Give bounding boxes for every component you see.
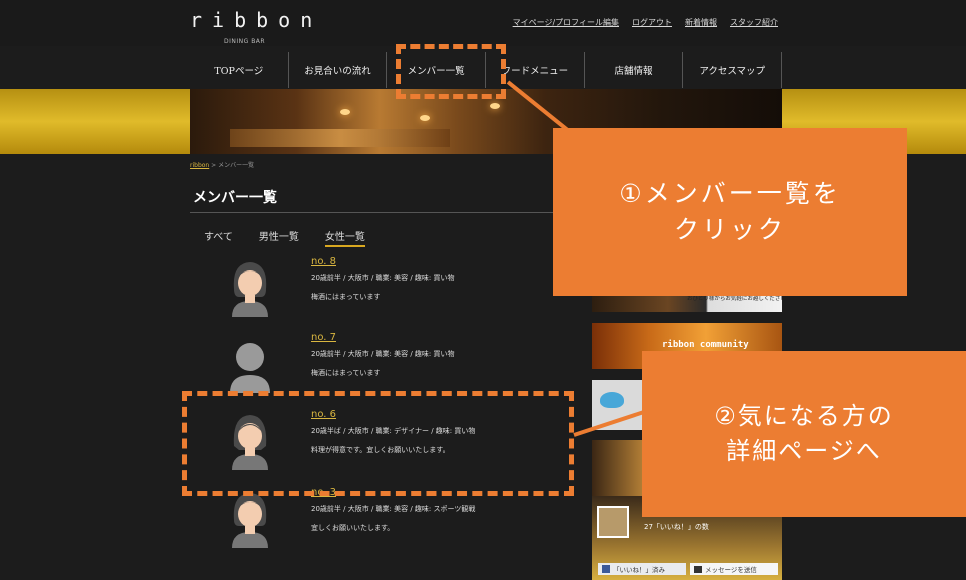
staff-link[interactable]: スタッフ紹介 [730, 17, 778, 28]
facebook-page-thumbnail[interactable] [597, 506, 629, 538]
page: ribbon DINING BAR マイページ/プロフィール編集 ログアウト 新… [0, 0, 966, 580]
callout-1-line-2: クリック [673, 215, 786, 244]
logo-subtitle: DINING BAR [224, 38, 266, 45]
breadcrumb: ribbon > メンバー一覧 [190, 160, 254, 169]
member-info: 20歳前半 / 大阪市 / 職業: 美容 / 趣味: 買い物 [311, 274, 455, 282]
member-number-link[interactable]: no. 7 [311, 332, 336, 343]
nav-shop-info[interactable]: 店舗情報 [585, 52, 684, 88]
title-divider [190, 212, 580, 213]
site-logo[interactable]: ribbon DINING BAR [190, 8, 323, 45]
tab-female[interactable]: 女性一覧 [324, 228, 365, 247]
logout-link[interactable]: ログアウト [632, 17, 672, 28]
female-avatar-icon[interactable] [228, 490, 272, 548]
facebook-like-count: 27「いいね！」の数 [644, 523, 709, 531]
news-link[interactable]: 新着情報 [685, 17, 717, 28]
member-row: no. 8 20歳前半 / 大阪市 / 職業: 美容 / 趣味: 買い物 梅酒に… [190, 256, 580, 317]
highlight-member-row [182, 391, 574, 496]
member-info: 20歳前半 / 大阪市 / 職業: 美容 / 趣味: 買い物 [311, 350, 455, 358]
message-icon [694, 565, 702, 573]
tab-male[interactable]: 男性一覧 [259, 228, 299, 247]
member-number-link[interactable]: no. 8 [311, 256, 336, 267]
breadcrumb-home[interactable]: ribbon [190, 162, 209, 169]
callout-2-line-1: ②気になる方の [714, 402, 894, 431]
nav-top[interactable]: TOPページ [190, 52, 289, 88]
nav-flow[interactable]: お見合いの流れ [289, 52, 388, 88]
default-avatar-icon[interactable] [228, 335, 272, 393]
member-info: 20歳前半 / 大阪市 / 職業: 美容 / 趣味: スポーツ観戦 [311, 505, 476, 513]
member-tabs: すべて 男性一覧 女性一覧 [204, 228, 365, 247]
banner-community-text: ribbon community [662, 340, 749, 350]
hero-lamp [490, 103, 500, 109]
callout-1-line-1: ①メンバー一覧を [619, 178, 841, 208]
hero-lamp [340, 109, 350, 115]
mypage-link[interactable]: マイページ/プロフィール編集 [513, 17, 619, 28]
member-comment: 梅酒にはまっています [311, 293, 381, 301]
callout-2-line-2: 詳細ページへ [726, 437, 882, 465]
hero-counter [230, 129, 450, 147]
hero-lamp [420, 115, 430, 121]
member-comment: 梅酒にはまっています [311, 369, 381, 377]
header-bar: ribbon DINING BAR マイページ/プロフィール編集 ログアウト 新… [0, 0, 966, 46]
twitter-bird-icon [600, 392, 624, 408]
facebook-liked-label: 「いいね！」済み [613, 566, 665, 574]
highlight-members-nav [396, 44, 506, 99]
tab-all[interactable]: すべて [204, 228, 233, 247]
callout-step-1: ①メンバー一覧を クリック [553, 128, 907, 296]
female-avatar-icon[interactable] [228, 259, 272, 317]
facebook-message-label: メッセージを送信 [705, 566, 757, 574]
facebook-liked-button[interactable]: 「いいね！」済み [598, 563, 686, 575]
member-comment: 宜しくお願いいたします。 [311, 524, 395, 532]
callout-step-2: ②気になる方の 詳細ページへ [642, 351, 966, 517]
member-row: no. 3 20歳前半 / 大阪市 / 職業: 美容 / 趣味: スポーツ観戦 … [190, 487, 580, 548]
facebook-message-button[interactable]: メッセージを送信 [690, 563, 778, 575]
facebook-icon [602, 565, 610, 573]
logo-text: ribbon [190, 8, 323, 32]
header-links: マイページ/プロフィール編集 ログアウト 新着情報 スタッフ紹介 [513, 17, 778, 28]
page-title: メンバー一覧 [193, 190, 277, 206]
nav-access-map[interactable]: アクセスマップ [683, 52, 783, 88]
breadcrumb-current: > メンバー一覧 [211, 162, 255, 169]
member-row: no. 7 20歳前半 / 大阪市 / 職業: 美容 / 趣味: 買い物 梅酒に… [190, 332, 580, 393]
